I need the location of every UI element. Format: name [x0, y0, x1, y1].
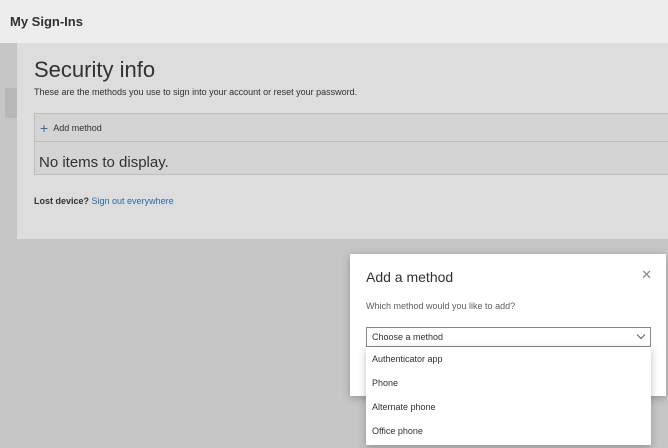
sign-out-everywhere-link[interactable]: Sign out everywhere: [92, 196, 174, 206]
sidebar-stub: [5, 88, 17, 118]
page-title: Security info: [34, 57, 156, 82]
method-dropdown-list: Authenticator app Phone Alternate phone …: [366, 347, 651, 445]
empty-state-text: No items to display.: [39, 154, 169, 171]
option-alternate-phone[interactable]: Alternate phone: [366, 395, 651, 419]
lost-device-row: Lost device? Sign out everywhere: [34, 196, 174, 206]
method-select[interactable]: Choose a method: [366, 327, 651, 347]
add-method-label: Add method: [53, 122, 102, 133]
method-select-value: Choose a method: [372, 332, 444, 342]
dialog-question: Which method would you like to add?: [366, 301, 516, 311]
add-method-button[interactable]: + Add method: [35, 114, 668, 142]
dialog-title: Add a method: [366, 269, 454, 285]
plus-icon: +: [40, 119, 49, 136]
option-phone[interactable]: Phone: [366, 371, 651, 395]
chevron-down-icon: [636, 334, 646, 340]
option-office-phone[interactable]: Office phone: [366, 419, 651, 443]
header-bar: My Sign-Ins: [0, 0, 668, 43]
methods-panel: + Add method No items to display.: [34, 113, 668, 175]
option-authenticator-app[interactable]: Authenticator app: [366, 347, 651, 371]
page-subtitle: These are the methods you use to sign in…: [34, 87, 358, 97]
lost-device-label: Lost device?: [34, 196, 90, 206]
close-icon[interactable]: ✕: [641, 268, 652, 281]
app-title: My Sign-Ins: [10, 14, 83, 29]
